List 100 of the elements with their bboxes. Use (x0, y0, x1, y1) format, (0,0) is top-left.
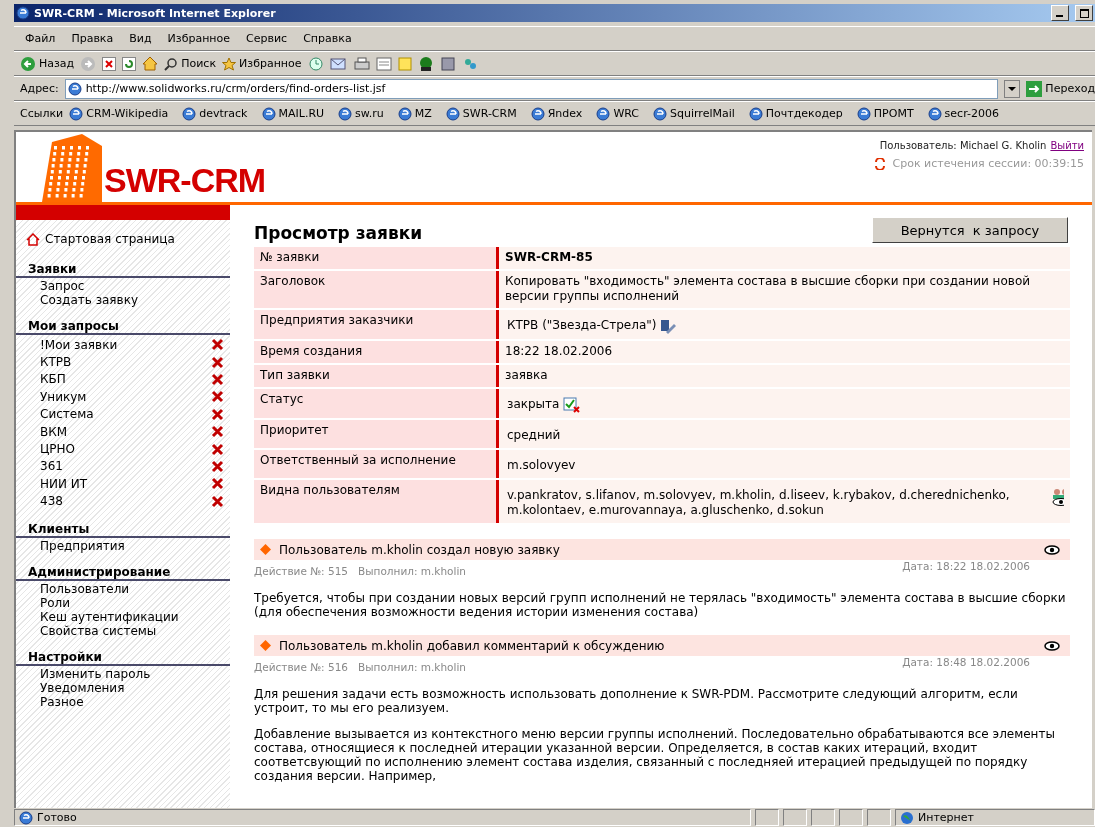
eye-icon[interactable] (1044, 640, 1060, 651)
minimize-button[interactable] (1051, 5, 1069, 21)
delete-icon[interactable] (211, 459, 224, 473)
link-item[interactable]: devtrack (182, 106, 248, 121)
sidebar-link[interactable]: Предприятия (40, 538, 125, 553)
sidebar-link[interactable]: КБП (40, 372, 66, 387)
field-label: Ответственный за исполнение (254, 450, 496, 478)
sidebar-link[interactable]: Разное (40, 694, 84, 709)
sidebar-link[interactable]: Пользователи (40, 581, 130, 596)
dropdown-icon[interactable] (1004, 79, 1021, 98)
sidebar-link[interactable]: 361 (40, 459, 63, 474)
menu-item[interactable]: Правка (66, 32, 119, 45)
delete-icon[interactable] (211, 442, 224, 456)
closed-status-icon (563, 397, 582, 413)
link-item[interactable]: sw.ru (338, 106, 384, 121)
link-item[interactable]: WRC (596, 106, 640, 121)
menu-item[interactable]: Вид (124, 32, 157, 45)
field-label: Статус (254, 389, 496, 418)
eye-icon[interactable] (1044, 544, 1060, 555)
sidebar-link[interactable]: Изменить пароль (40, 666, 151, 681)
link-item[interactable]: ПРОМТ (856, 106, 914, 121)
field-label: № заявки (254, 247, 496, 269)
menu-item[interactable]: Избранное (162, 32, 236, 45)
link-item[interactable]: SquirrelMail (653, 106, 735, 121)
favorites-button[interactable]: Избранное (222, 56, 302, 71)
link-item[interactable]: CRM-Wikipedia (69, 106, 169, 121)
sidebar-link[interactable]: Уникум (40, 389, 87, 404)
back-to-query-button[interactable]: Вернутся к запросу (872, 217, 1068, 243)
refresh-icon[interactable] (873, 158, 887, 170)
links-label: Ссылки (20, 107, 64, 120)
field-value: средний (507, 428, 561, 443)
menu-item[interactable]: Файл (20, 32, 61, 45)
users-icon[interactable] (1050, 488, 1064, 506)
sidebar-link[interactable]: КТРВ (40, 355, 72, 370)
delete-icon[interactable] (211, 338, 224, 352)
delete-icon[interactable] (211, 390, 224, 404)
session-timer: Срок истечения сессии: 00:39:15 (873, 157, 1084, 170)
field-value: Копировать "входимость" элемента состава в высшие сборки при создании новой версии группы исполнений (505, 274, 1032, 304)
print-icon[interactable] (353, 56, 370, 71)
action-title: Пользователь m.kholin создал новую заявку (279, 542, 561, 557)
edit-icon[interactable] (375, 56, 392, 71)
delete-icon[interactable] (211, 355, 224, 369)
logo-text: SWR-CRM (104, 162, 266, 198)
sidebar-link[interactable]: Кеш аутентификации (40, 609, 179, 624)
delete-icon[interactable] (211, 477, 224, 491)
section-title: Настройки (16, 649, 230, 666)
page-icon (856, 106, 871, 121)
delete-icon[interactable] (211, 494, 224, 508)
field-label: Тип заявки (254, 365, 496, 387)
go-button[interactable]: Переход (1026, 80, 1095, 97)
sidebar-link[interactable]: 438 (40, 494, 63, 509)
sidebar-link[interactable]: Система (40, 407, 94, 422)
field-label: Приоритет (254, 420, 496, 448)
sidebar-link[interactable]: НИИ ИТ (40, 476, 88, 491)
status-text: Готово (14, 809, 751, 826)
address-field[interactable]: http://www.solidworks.ru/crm/orders/find-orders-list.jsf (64, 78, 999, 99)
sidebar-link[interactable]: Роли (40, 595, 71, 610)
delete-icon[interactable] (211, 372, 224, 386)
sidebar-link[interactable]: Уведомления (40, 680, 125, 695)
search-button[interactable]: Поиск (164, 56, 217, 71)
page-icon (182, 106, 197, 121)
refresh-icon[interactable] (122, 56, 137, 71)
history-icon[interactable] (307, 55, 324, 72)
field-value: 18:22 18.02.2006 (505, 344, 613, 359)
logout-link[interactable]: Выйти (1050, 140, 1084, 151)
maximize-button[interactable] (1075, 5, 1093, 21)
back-button[interactable]: Назад (20, 55, 75, 72)
home-icon[interactable] (142, 56, 159, 71)
link-item[interactable]: Почтдекодер (748, 106, 843, 121)
menu-item[interactable]: Справка (298, 32, 357, 45)
edit-icon[interactable] (660, 318, 677, 334)
diamond-icon (260, 544, 271, 555)
sidebar-link[interactable]: Запрос (40, 279, 85, 293)
mail-icon[interactable] (329, 56, 348, 71)
sidebar-link[interactable]: Создать заявку (40, 293, 138, 307)
page-icon (69, 106, 84, 121)
page-icon (19, 810, 33, 825)
link-item[interactable]: secr-2006 (927, 106, 999, 121)
sidebar-link[interactable]: ВКМ (40, 424, 68, 439)
delete-icon[interactable] (211, 425, 224, 439)
sidebar-link[interactable]: !Мои заявки (40, 337, 118, 352)
link-item[interactable]: MZ (397, 106, 432, 121)
home-link[interactable]: Стартовая страница (26, 232, 230, 246)
section-title: Клиенты (16, 521, 230, 538)
sidebar-link[interactable]: Свойства системы (40, 623, 157, 638)
link-item[interactable]: Яndex (530, 106, 583, 121)
field-value: заявка (505, 368, 548, 383)
stop-icon[interactable] (102, 56, 117, 71)
field-value: v.pankratov, s.lifanov, m.solovyev, m.kholin, d.liseev, k.rybakov, d.cherednichenko, m.kolontaev, e.murovannaya, a.gluschenko, d.sokun (507, 488, 1011, 518)
comment-text: Требуется, чтобы при создании новых версий групп исполнений не терялась "входимость" элемента состава в высшие сборки (для обеспечения возможности ведения истории изменения состава) (254, 591, 1067, 619)
delete-icon[interactable] (211, 407, 224, 421)
section-title: Мои запросы (16, 319, 230, 335)
field-label: Предприятия заказчики (254, 310, 496, 339)
menu-item[interactable]: Сервис (241, 32, 293, 45)
section-title: Администрирование (16, 564, 230, 581)
page-icon (338, 106, 353, 121)
link-item[interactable]: SWR-CRM (445, 106, 517, 121)
sidebar-link[interactable]: ЦРНО (40, 442, 76, 457)
star-icon (222, 56, 237, 71)
link-item[interactable]: MAIL.RU (261, 106, 325, 121)
